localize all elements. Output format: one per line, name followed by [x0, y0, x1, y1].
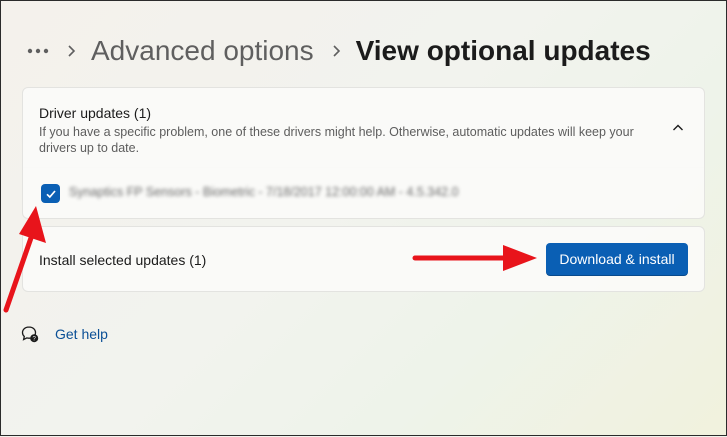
more-horizontal-icon: [27, 48, 49, 54]
install-selected-label: Install selected updates (1): [39, 252, 207, 268]
driver-updates-section[interactable]: Driver updates (1) If you have a specifi…: [22, 87, 705, 168]
more-options-button[interactable]: [25, 38, 51, 64]
driver-update-name: Synaptics FP Sensors - Biometric - 7/18/…: [69, 185, 459, 199]
breadcrumb: Advanced options View optional updates: [25, 29, 651, 73]
install-section: Install selected updates (1) Download & …: [22, 226, 705, 292]
download-install-button[interactable]: Download & install: [546, 243, 688, 275]
chevron-right-icon: [68, 45, 76, 57]
collapse-button[interactable]: [666, 116, 690, 140]
page-title: View optional updates: [355, 35, 651, 66]
get-help-link[interactable]: ? Get help: [21, 325, 108, 343]
driver-update-item[interactable]: Synaptics FP Sensors - Biometric - 7/18/…: [22, 167, 705, 219]
driver-updates-title: Driver updates (1): [39, 105, 152, 121]
help-chat-icon: ?: [21, 326, 39, 342]
driver-updates-description: If you have a specific problem, one of t…: [39, 125, 634, 155]
get-help-label: Get help: [55, 326, 108, 342]
driver-update-checkbox[interactable]: [41, 184, 60, 203]
breadcrumb-advanced-options[interactable]: Advanced options: [91, 35, 314, 67]
chevron-right-icon: [333, 45, 340, 57]
checkmark-icon: [45, 189, 56, 198]
chevron-up-icon: [673, 124, 683, 131]
